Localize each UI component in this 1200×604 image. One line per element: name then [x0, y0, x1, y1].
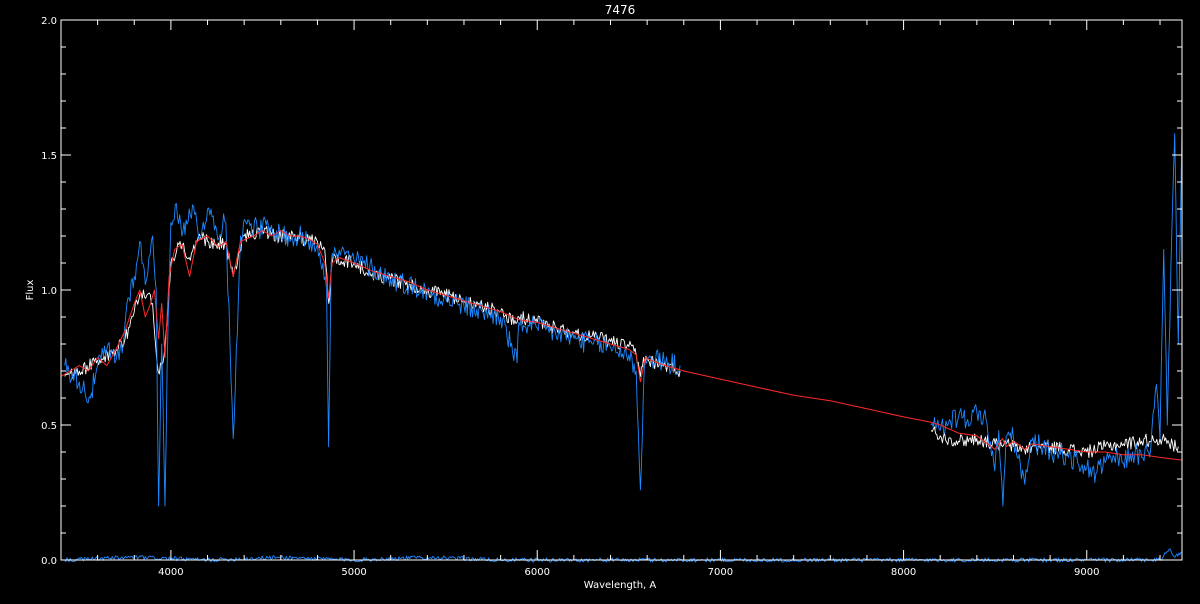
x-tick-label: 5000 [341, 567, 366, 578]
y-tick-label: 2.0 [41, 16, 57, 27]
x-axis-label: Wavelength, A [584, 580, 657, 591]
y-tick-label: 0.0 [41, 556, 57, 567]
x-tick-label: 6000 [525, 567, 550, 578]
spectrum-chart: 7476 Wavelength, A Flux 4000 5000 6000 7000… [0, 0, 1200, 600]
x-tick-label: 8000 [891, 567, 916, 578]
series-line-1-segment-1 [930, 127, 1183, 507]
y-tick-label: 1.0 [41, 286, 57, 297]
plot-frame [60, 19, 1183, 561]
series-line-2-segment-0 [60, 230, 1183, 461]
y-tick-label: 0.5 [41, 421, 57, 432]
series-layer [60, 127, 1183, 563]
chart-canvas: 7476 Wavelength, A Flux 4000 5000 6000 7000… [25, 3, 1183, 591]
axes-layer: 4000 5000 6000 7000 8000 9000 0.0 0.5 1.0 1.5 2.0 [41, 16, 1183, 578]
y-axis-label: Flux [25, 280, 36, 301]
chart-title: 7476 [605, 3, 636, 17]
x-tick-label: 4000 [158, 567, 183, 578]
x-tick-label: 7000 [708, 567, 733, 578]
x-tick-label: 9000 [1074, 567, 1099, 578]
series-line-1-segment-0 [64, 203, 681, 507]
y-tick-label: 1.5 [41, 151, 57, 162]
